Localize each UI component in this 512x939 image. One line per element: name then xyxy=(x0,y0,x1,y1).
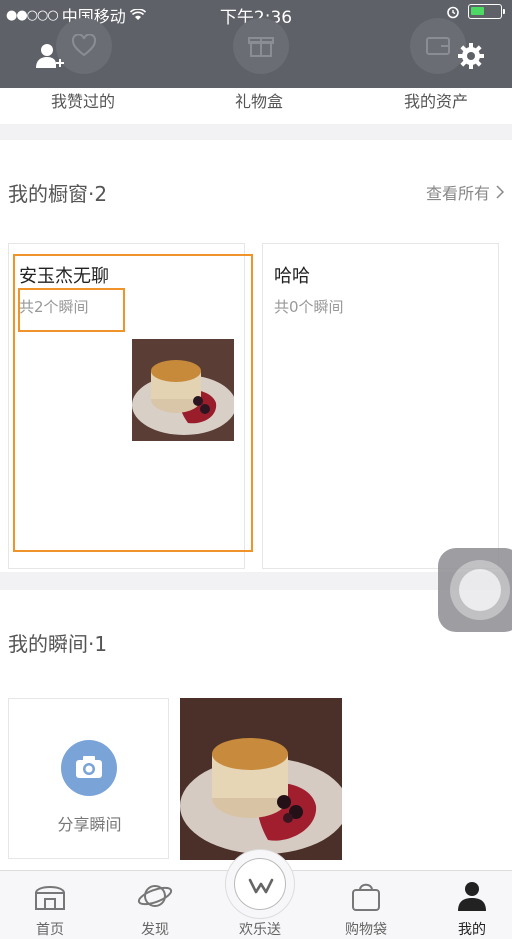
assets-tab[interactable]: 我的资产 xyxy=(404,88,468,112)
share-moment-label: 分享瞬间 xyxy=(57,815,122,834)
tab-label: 首页 xyxy=(36,922,64,938)
moment-photo[interactable] xyxy=(180,698,348,860)
tab-label: 发现 xyxy=(141,922,169,938)
tab-label: 欢乐送 xyxy=(239,922,281,938)
person-icon xyxy=(458,882,486,911)
highlight-box-count xyxy=(18,288,125,332)
tab-label: 我的 xyxy=(458,922,486,938)
tab-discover[interactable]: 发现 xyxy=(115,871,195,939)
top-header: ●●○○○ 中国移动 下午2:36 xyxy=(0,0,512,88)
add-person-icon xyxy=(36,44,64,68)
planet-icon xyxy=(137,885,173,907)
tab-home[interactable]: 首页 xyxy=(10,871,90,939)
w-logo-icon xyxy=(234,858,286,910)
home-icon xyxy=(34,886,66,910)
tab-huanlesong[interactable]: 欢乐送 xyxy=(220,849,300,939)
bag-icon xyxy=(352,883,380,911)
moments-title: 我的瞬间·1 xyxy=(8,632,108,656)
camera-icon xyxy=(61,740,117,796)
showcase-section: 我的橱窗·2 查看所有 安玉杰无聊 共2个瞬间 哈哈 共0个瞬间 xyxy=(0,140,512,572)
tab-label: 购物袋 xyxy=(345,922,387,938)
gear-icon xyxy=(458,43,484,69)
see-all-label: 查看所有 xyxy=(425,184,490,203)
assistive-touch-button[interactable] xyxy=(438,548,512,632)
liked-tab[interactable]: 我赞过的 xyxy=(51,88,115,112)
showcase-card[interactable]: 哈哈 共0个瞬间 xyxy=(262,243,499,569)
gift-box-tab[interactable]: 礼物盒 xyxy=(235,88,283,112)
battery-icon xyxy=(468,4,505,19)
tab-me[interactable]: 我的 xyxy=(432,871,512,939)
top-menu: 我赞过的 礼物盒 我的资产 xyxy=(0,88,512,124)
gift-box-icon[interactable] xyxy=(233,18,289,74)
add-friend-button[interactable] xyxy=(34,40,66,72)
card-title: 哈哈 xyxy=(274,266,310,287)
showcase-title: 我的橱窗·2 xyxy=(8,182,108,206)
chevron-right-icon xyxy=(496,185,504,199)
moments-section: 我的瞬间·1 分享瞬间 xyxy=(0,590,512,870)
settings-button[interactable] xyxy=(456,41,486,71)
card-subtitle: 共0个瞬间 xyxy=(274,298,344,316)
see-all-link[interactable]: 查看所有 xyxy=(426,180,504,204)
share-moment-button[interactable]: 分享瞬间 xyxy=(8,698,169,859)
tab-bag[interactable]: 购物袋 xyxy=(326,871,406,939)
alarm-icon xyxy=(447,6,459,18)
tab-bar: 首页 发现 欢乐送 购物袋 我的 xyxy=(0,849,512,939)
